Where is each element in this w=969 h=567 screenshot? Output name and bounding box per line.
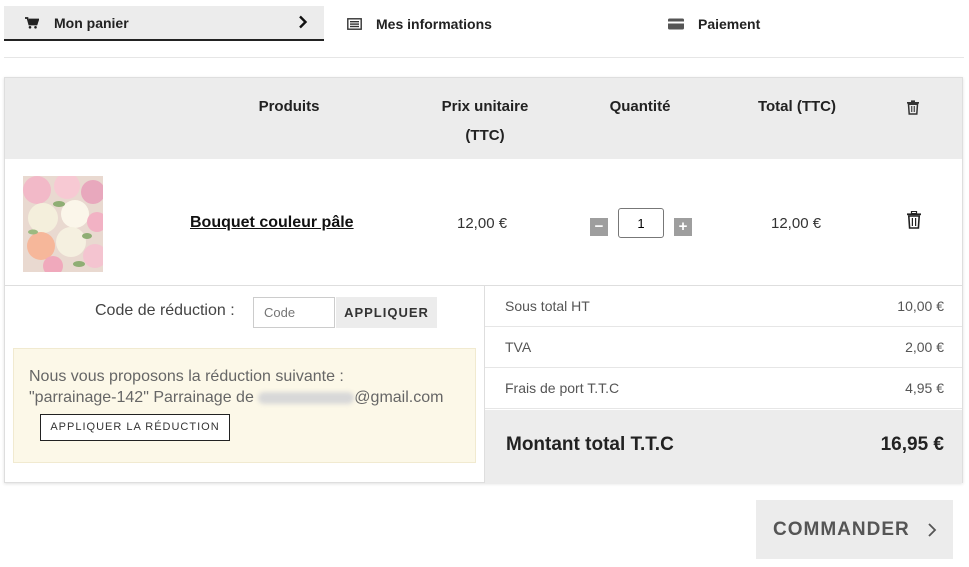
cart-icon bbox=[24, 16, 40, 30]
promo-text: Nous vous proposons la réduction suivant… bbox=[29, 366, 469, 408]
cart-item-row: Bouquet couleur pâle 12,00 € − + 12,00 € bbox=[5, 159, 962, 286]
quantity-decrease-button[interactable]: − bbox=[590, 218, 608, 236]
header-products: Produits bbox=[258, 98, 320, 115]
product-name-link[interactable]: Bouquet couleur pâle bbox=[190, 214, 354, 232]
coupon-label: Code de réduction : bbox=[95, 302, 235, 319]
product-image[interactable] bbox=[23, 176, 103, 272]
order-button-label: COMMANDER bbox=[773, 518, 910, 540]
redacted-email bbox=[258, 391, 355, 404]
subtotal-value: 10,00 € bbox=[897, 298, 944, 314]
remove-item-trash-icon[interactable] bbox=[906, 210, 922, 234]
step-informations-label: Mes informations bbox=[376, 15, 492, 32]
promo-suggestion-box: Nous vous proposons la réduction suivant… bbox=[13, 348, 476, 463]
steps-divider bbox=[4, 57, 964, 58]
grand-total-value: 16,95 € bbox=[880, 434, 944, 455]
tax-value: 2,00 € bbox=[905, 339, 944, 355]
header-total: Total (TTC) bbox=[757, 98, 837, 115]
step-cart[interactable]: Mon panier bbox=[4, 6, 324, 41]
promo-line-2-prefix: "parrainage-142" Parrainage de bbox=[29, 389, 259, 406]
step-payment[interactable]: Paiement bbox=[666, 6, 966, 41]
header-unit-price-text: Prix unitaire (TTC) bbox=[441, 98, 529, 144]
trash-icon bbox=[903, 96, 923, 125]
cart-panel: Produits Prix unitaire (TTC) Quantité To… bbox=[4, 77, 963, 483]
step-cart-label: Mon panier bbox=[54, 14, 129, 31]
list-icon bbox=[346, 17, 362, 31]
tax-label: TVA bbox=[505, 339, 532, 355]
tax-row: TVA 2,00 € bbox=[485, 327, 962, 368]
unit-price: 12,00 € bbox=[457, 215, 508, 232]
grand-total-label: Montant total T.T.C bbox=[506, 434, 674, 455]
shipping-label: Frais de port T.T.C bbox=[505, 380, 620, 396]
line-total: 12,00 € bbox=[771, 215, 822, 232]
order-button[interactable]: COMMANDER bbox=[756, 500, 953, 559]
chevron-right-icon bbox=[927, 522, 937, 544]
promo-line-2-suffix: @gmail.com bbox=[354, 389, 444, 406]
step-informations[interactable]: Mes informations bbox=[344, 6, 644, 41]
apply-coupon-button[interactable]: APPLIQUER bbox=[336, 297, 437, 328]
shipping-value: 4,95 € bbox=[905, 380, 944, 396]
grand-total-row: Montant total T.T.C 16,95 € bbox=[485, 410, 962, 483]
quantity-increase-button[interactable]: + bbox=[674, 218, 692, 236]
credit-card-icon bbox=[668, 17, 684, 31]
apply-promo-button[interactable]: APPLIQUER LA RÉDUCTION bbox=[40, 414, 230, 441]
coupon-code-input[interactable] bbox=[253, 297, 335, 328]
subtotal-label: Sous total HT bbox=[505, 298, 590, 314]
chevron-right-icon bbox=[298, 15, 308, 32]
shipping-row: Frais de port T.T.C 4,95 € bbox=[485, 368, 962, 409]
step-payment-label: Paiement bbox=[698, 15, 761, 32]
quantity-input[interactable] bbox=[618, 208, 664, 238]
promo-line-1: Nous vous proposons la réduction suivant… bbox=[29, 368, 344, 385]
checkout-steps: Mon panier Mes informations Paiement bbox=[4, 6, 964, 41]
header-unit-price: Prix unitaire (TTC) bbox=[415, 92, 555, 150]
header-quantity: Quantité bbox=[609, 98, 671, 115]
cart-table-header: Produits Prix unitaire (TTC) Quantité To… bbox=[5, 78, 962, 159]
subtotal-row: Sous total HT 10,00 € bbox=[485, 286, 962, 327]
